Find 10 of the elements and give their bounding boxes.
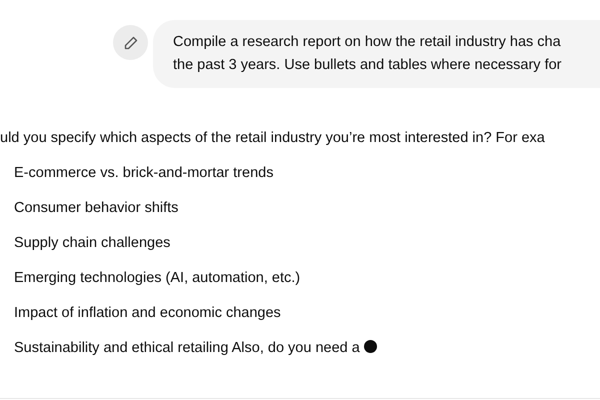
list-item: E-commerce vs. brick-and-mortar trends bbox=[14, 165, 274, 181]
message-text: uld you specify which aspects of the retail industry you’re most interested in? For exa bbox=[0, 129, 546, 148]
message-bubble: Compile a research report on how the retail industry has cha the past 3 years. Use bullets and tables where necessary for bbox=[153, 20, 600, 88]
pencil-icon bbox=[124, 36, 138, 50]
list-item: Consumer behavior shifts bbox=[14, 200, 178, 216]
list-item: Sustainability and ethical retailing Also, do you need a bbox=[14, 340, 360, 356]
list-item: Emerging technologies (AI, automation, etc.) bbox=[14, 270, 300, 286]
list-item: Impact of inflation and economic changes bbox=[14, 305, 281, 321]
list-item: Supply chain challenges bbox=[14, 235, 170, 251]
edit-button[interactable] bbox=[113, 25, 148, 60]
